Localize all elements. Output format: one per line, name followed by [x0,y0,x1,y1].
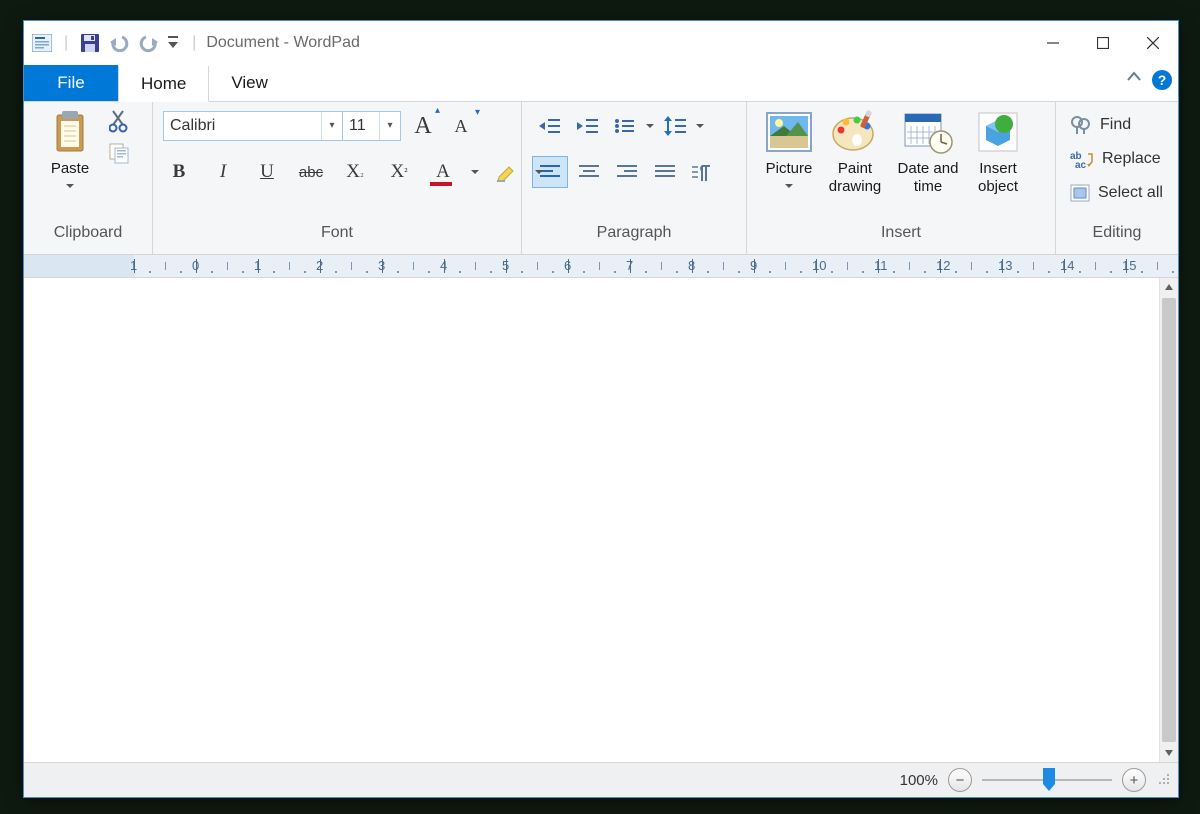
quick-access-toolbar: | | [24,33,206,53]
italic-button[interactable]: I [207,157,239,187]
dropdown-icon[interactable] [471,170,479,178]
ruler[interactable]: 1012345678910111213141516 [24,255,1178,278]
document-area [24,278,1178,762]
paint-drawing-button[interactable]: Paint drawing [821,106,889,196]
paragraph-dialog-button[interactable] [686,157,720,187]
font-size-combo[interactable]: 11 ▾ [343,111,401,141]
select-all-button[interactable]: Select all [1066,176,1167,210]
decrease-indent-button[interactable] [532,111,566,141]
save-icon[interactable] [80,33,100,53]
group-label: Clipboard [34,224,142,254]
vertical-scrollbar[interactable] [1159,278,1178,762]
dropdown-icon[interactable]: ▾ [379,112,400,140]
group-label: Paragraph [532,224,736,254]
group-font: Calibri ▾ 11 ▾ A▴ A▾ B I U abc [153,102,522,254]
dropdown-icon[interactable] [646,124,654,132]
group-clipboard: Paste Clipboard [24,102,153,254]
highlight-button[interactable] [491,157,523,187]
picture-label: Picture [766,160,813,178]
align-justify-button[interactable] [648,157,682,187]
paste-label: Paste [51,160,89,178]
bold-button[interactable]: B [163,157,195,187]
group-paragraph: Paragraph [522,102,747,254]
help-icon[interactable]: ? [1152,70,1172,90]
selectall-label: Select all [1098,184,1163,202]
increase-indent-button[interactable] [570,111,604,141]
wordpad-window: | | Document - WordPad File Home Vi [23,20,1179,798]
tab-file[interactable]: File [24,65,118,101]
tab-home[interactable]: Home [118,66,209,102]
zoom-in-button[interactable]: + [1122,768,1146,792]
shrink-font-button[interactable]: A▾ [445,111,477,141]
collapse-ribbon-icon[interactable] [1126,69,1142,90]
ribbon-tabs: File Home View ? [24,65,1178,102]
superscript-button[interactable]: X² [383,157,415,187]
group-insert: Picture Paint drawing Date and time [747,102,1056,254]
dropdown-icon[interactable] [696,124,704,132]
undo-icon[interactable] [108,33,130,53]
align-center-button[interactable] [572,157,606,187]
ribbon: Paste Clipboard [24,102,1178,255]
zoom-level-label: 100% [900,772,938,789]
window-controls [1028,21,1178,65]
picture-button[interactable]: Picture [757,106,821,190]
strikethrough-button[interactable]: abc [295,157,327,187]
group-label: Insert [757,224,1045,254]
scroll-up-icon[interactable] [1160,278,1178,296]
font-size-value: 11 [343,117,379,135]
minimize-button[interactable] [1028,21,1078,65]
dropdown-icon[interactable]: ▾ [321,112,342,140]
dropdown-icon [66,184,74,192]
qat-customize-icon[interactable] [168,36,178,50]
group-label: Font [163,224,511,254]
find-button[interactable]: Find [1066,108,1135,142]
zoom-slider[interactable] [982,777,1112,783]
date-time-button[interactable]: Date and time [889,106,967,196]
resize-grip-icon[interactable] [1156,772,1170,789]
svg-text:ac: ac [1075,160,1087,168]
bullet-list-button[interactable] [608,111,642,141]
align-right-button[interactable] [610,157,644,187]
close-button[interactable] [1128,21,1178,65]
paint-label: Paint drawing [821,160,889,196]
underline-button[interactable]: U [251,157,283,187]
grow-font-button[interactable]: A▴ [407,111,439,141]
maximize-button[interactable] [1078,21,1128,65]
font-color-button[interactable]: A [427,157,459,187]
insert-object-button[interactable]: Insert object [967,106,1029,196]
cut-icon[interactable] [106,108,132,134]
dropdown-icon[interactable] [535,170,543,178]
redo-icon[interactable] [138,33,160,53]
find-label: Find [1100,116,1131,134]
paste-button[interactable]: Paste [34,106,106,190]
copy-icon[interactable] [106,140,132,166]
replace-label: Replace [1102,150,1161,168]
zoom-slider-thumb[interactable] [1042,768,1056,796]
line-spacing-button[interactable] [658,111,692,141]
status-bar: 100% − + [24,762,1178,797]
dropdown-icon [785,184,793,192]
zoom-out-button[interactable]: − [948,768,972,792]
date-label: Date and time [889,160,967,196]
app-icon [32,34,52,52]
scrollbar-thumb[interactable] [1162,298,1176,742]
font-name-value: Calibri [164,117,321,135]
replace-button[interactable]: abac Replace [1066,142,1165,176]
document-page[interactable] [24,278,1159,762]
group-label: Editing [1066,224,1168,254]
title-bar: | | Document - WordPad [24,21,1178,65]
subscript-button[interactable]: X₂ [339,157,371,187]
window-title: Document - WordPad [206,34,360,52]
group-editing: Find abac Replace Select all Editing [1056,102,1178,254]
scroll-down-icon[interactable] [1160,744,1178,762]
font-name-combo[interactable]: Calibri ▾ [163,111,343,141]
object-label: Insert object [967,160,1029,196]
tab-view[interactable]: View [209,65,290,101]
